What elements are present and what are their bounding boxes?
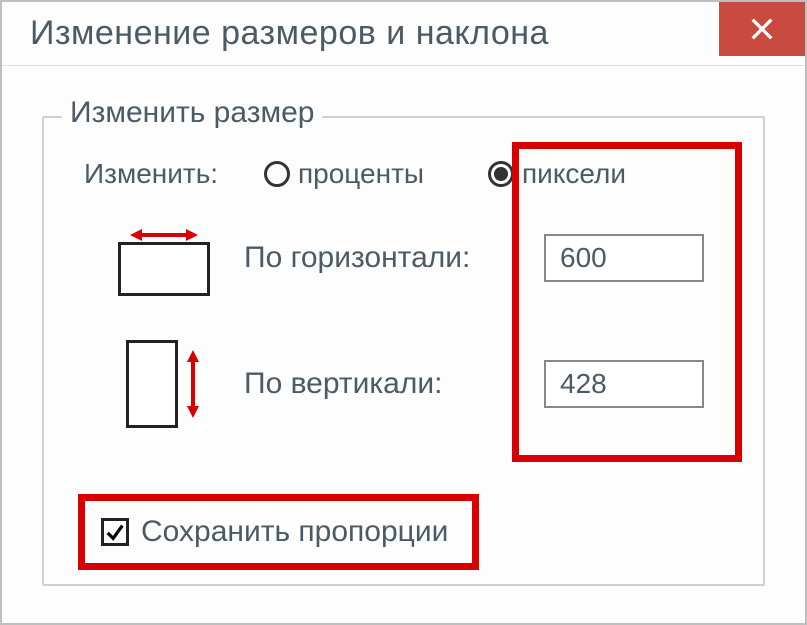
keep-aspect-row[interactable]: Сохранить пропорции	[78, 494, 479, 570]
keep-aspect-label: Сохранить пропорции	[141, 515, 448, 549]
resize-group: Изменить размер Изменить: проценты пиксе…	[42, 116, 765, 586]
close-button[interactable]	[719, 2, 805, 56]
resize-skew-dialog: Изменение размеров и наклона Изменить ра…	[0, 0, 807, 625]
checkmark-icon	[104, 521, 126, 543]
horizontal-resize-icon	[118, 220, 210, 296]
close-icon	[748, 15, 776, 43]
horizontal-icon-col	[84, 220, 244, 296]
vertical-icon-col	[84, 340, 244, 428]
pixels-highlight-box	[512, 142, 742, 462]
keep-aspect-checkbox[interactable]	[101, 518, 129, 546]
vertical-label: По вертикали:	[244, 365, 544, 403]
radio-percent-label: проценты	[298, 158, 424, 190]
content-area: Изменить размер Изменить: проценты пиксе…	[2, 66, 805, 586]
radio-circle-unselected-icon	[264, 161, 290, 187]
unit-label: Изменить:	[84, 158, 264, 190]
horizontal-label: По горизонтали:	[244, 239, 544, 277]
group-title: Изменить размер	[62, 96, 322, 130]
window-title: Изменение размеров и наклона	[30, 14, 549, 53]
titlebar: Изменение размеров и наклона	[2, 2, 805, 66]
radio-circle-selected-icon	[488, 161, 514, 187]
vertical-resize-icon	[126, 340, 202, 428]
radio-percent[interactable]: проценты	[264, 158, 424, 190]
